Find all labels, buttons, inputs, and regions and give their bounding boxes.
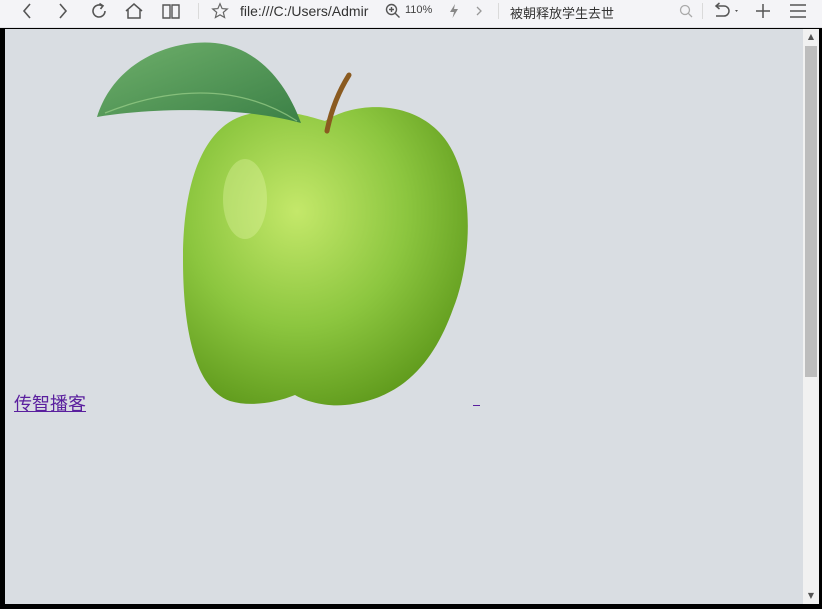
reader-book-icon[interactable] xyxy=(160,0,182,22)
menu-icon[interactable] xyxy=(788,0,808,22)
plus-icon[interactable] xyxy=(753,0,773,22)
search-box[interactable]: 被朝释放学生去世 xyxy=(510,3,614,22)
green-apple-image xyxy=(97,42,468,406)
address-bar[interactable]: file:///C:/Users/Admir xyxy=(240,3,378,19)
scroll-up-arrow-icon[interactable]: ▲ xyxy=(807,33,815,41)
undo-icon[interactable] xyxy=(710,0,742,22)
scroll-thumb[interactable] xyxy=(805,46,817,377)
back-arrow-icon[interactable] xyxy=(17,0,37,22)
zoom-level[interactable]: 110% xyxy=(405,4,432,16)
reload-icon[interactable] xyxy=(88,0,110,22)
browser-toolbar: file:///C:/Users/Admir 110% 被朝释放学生去世 xyxy=(0,0,822,28)
toolbar-divider xyxy=(702,3,703,19)
vertical-scrollbar[interactable]: ▲ ▼ xyxy=(803,29,819,604)
chevron-right-icon[interactable] xyxy=(472,0,486,22)
toolbar-divider xyxy=(198,3,199,19)
toolbar-divider xyxy=(498,3,499,19)
page-viewport: 传智播客 xyxy=(5,29,803,604)
forward-arrow-icon[interactable] xyxy=(53,0,73,22)
scroll-down-arrow-icon[interactable]: ▼ xyxy=(807,592,815,600)
chuanzhi-podcast-link[interactable]: 传智播客 xyxy=(14,390,86,416)
home-icon[interactable] xyxy=(123,0,145,22)
search-icon[interactable] xyxy=(677,0,695,22)
star-icon[interactable] xyxy=(209,0,231,22)
empty-link[interactable] xyxy=(473,403,480,406)
lightning-icon[interactable] xyxy=(447,0,461,22)
zoom-in-icon[interactable] xyxy=(384,0,402,22)
